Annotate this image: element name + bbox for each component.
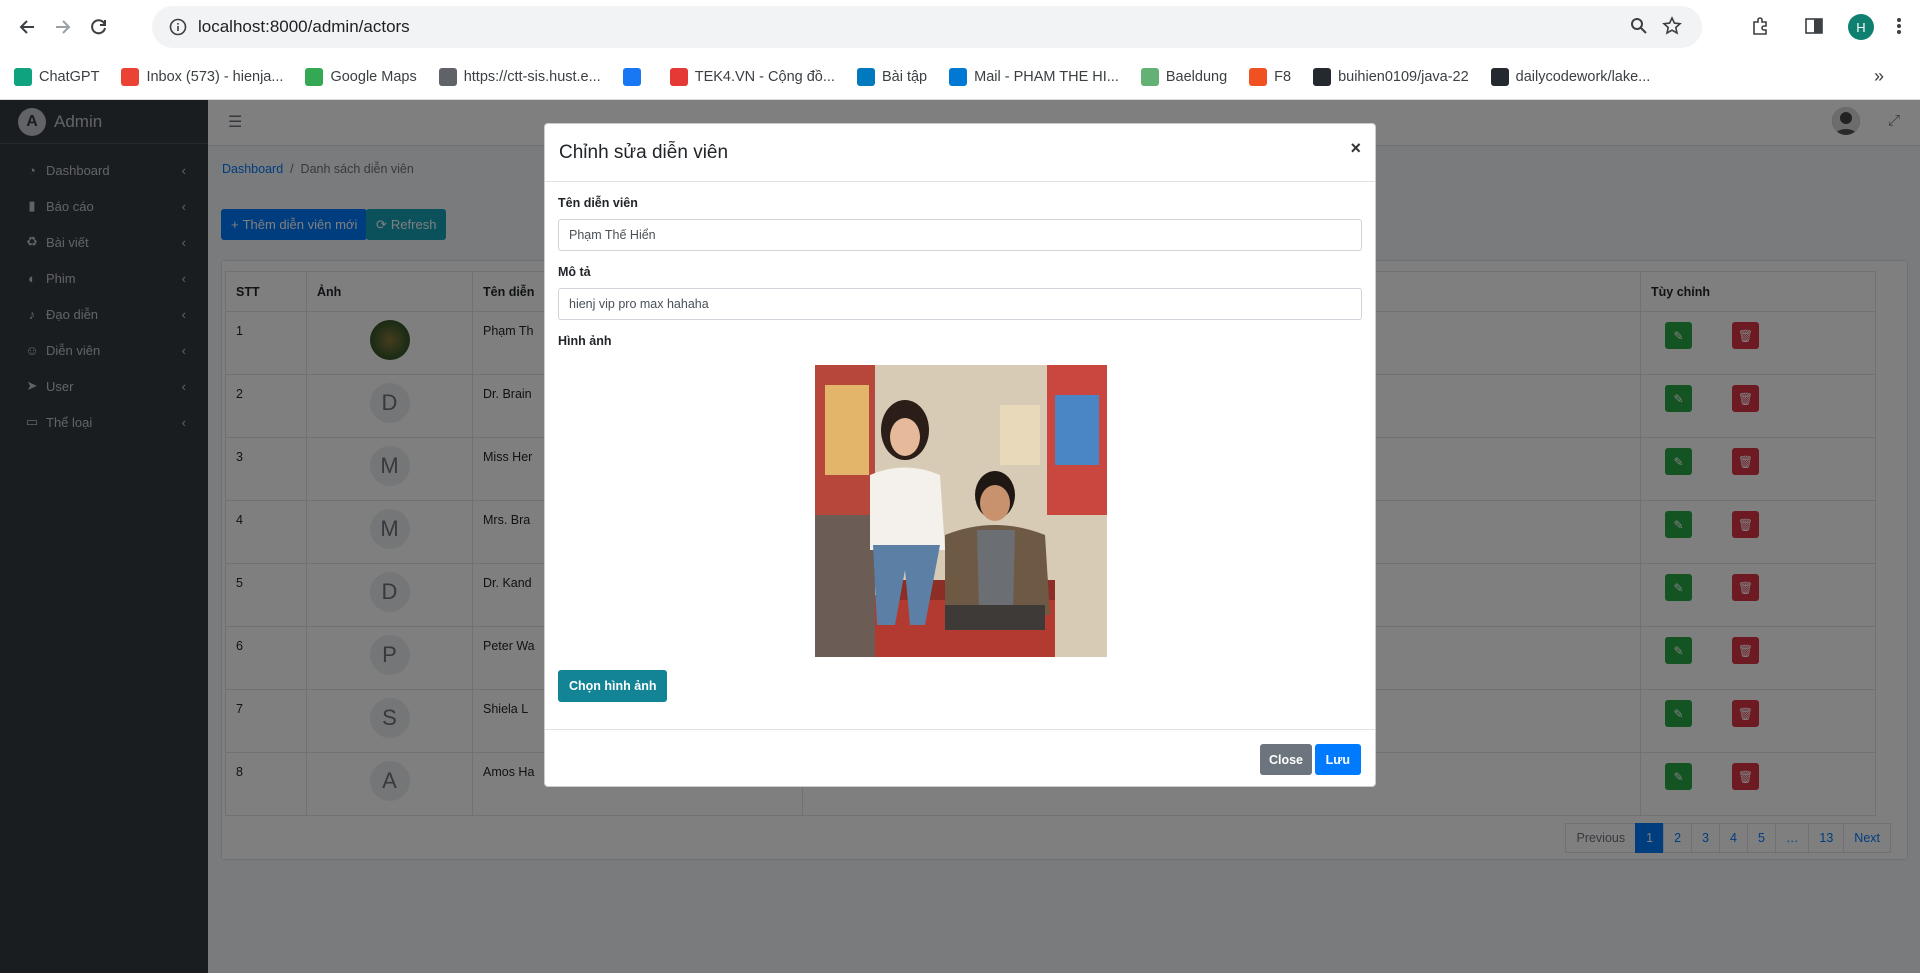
bookmark-label: F8 xyxy=(1274,68,1292,85)
modal-backdrop-sidebar xyxy=(0,100,208,973)
bookmark-label: Google Maps xyxy=(330,68,417,85)
site-info-icon[interactable] xyxy=(158,18,198,36)
bookmark-label: ChatGPT xyxy=(39,68,100,85)
profile-avatar[interactable]: H xyxy=(1848,14,1874,40)
description-input[interactable]: hienj vip pro max hahaha xyxy=(558,288,1362,320)
extensions-icon[interactable] xyxy=(1750,16,1770,39)
bookmark-item[interactable]: Google Maps xyxy=(305,67,417,86)
menu-kebab-icon[interactable] xyxy=(1896,16,1902,39)
back-icon[interactable] xyxy=(9,9,45,45)
bookmark-item[interactable]: Inbox (573) - hienja... xyxy=(121,67,284,86)
close-icon[interactable]: × xyxy=(1350,138,1361,159)
baeldung-icon xyxy=(1140,67,1159,86)
chatgpt-icon xyxy=(14,67,32,86)
bookmark-label: Bài tập xyxy=(881,68,928,85)
forward-icon[interactable] xyxy=(45,9,81,45)
modal-footer: Close Lưu xyxy=(545,729,1375,787)
github-icon xyxy=(1313,67,1332,86)
edit-actor-modal: Chỉnh sửa diễn viên × Tên diễn viên Phạm… xyxy=(544,123,1376,787)
bookmark-item[interactable]: ChatGPT xyxy=(14,67,100,86)
bookmark-label: TEK4.VN - Cộng đồ... xyxy=(694,68,835,85)
bookmark-label: https://ctt-sis.hust.e... xyxy=(463,68,601,85)
maps-icon xyxy=(305,67,324,86)
actor-name-input[interactable]: Phạm Thế Hiển xyxy=(558,219,1362,251)
address-bar[interactable]: localhost:8000/admin/actors xyxy=(152,6,1702,48)
modal-title: Chỉnh sửa diễn viên xyxy=(559,141,729,163)
tek4-icon xyxy=(669,67,688,86)
close-button[interactable]: Close xyxy=(1259,744,1312,775)
github-icon xyxy=(1490,67,1509,86)
bookmark-item[interactable]: TEK4.VN - Cộng đồ... xyxy=(669,67,835,86)
modal-header: Chỉnh sửa diễn viên × xyxy=(545,124,1375,182)
bookmark-item[interactable] xyxy=(622,67,648,86)
reload-icon[interactable] xyxy=(81,9,117,45)
bookmark-item[interactable]: dailycodework/lake... xyxy=(1490,67,1651,86)
save-button[interactable]: Lưu xyxy=(1314,744,1361,775)
f8-icon xyxy=(1249,67,1268,86)
description-value: hienj vip pro max hahaha xyxy=(569,297,709,311)
choose-image-button[interactable]: Chọn hình ảnh xyxy=(558,670,668,702)
facebook-icon xyxy=(622,67,641,86)
url-text: localhost:8000/admin/actors xyxy=(198,17,410,36)
bookmarks-bar: ChatGPT Inbox (573) - hienja... Google Map… xyxy=(0,54,1920,100)
trello-icon xyxy=(856,67,875,86)
browser-toolbar: localhost:8000/admin/actors H xyxy=(0,0,1920,54)
bookmark-item[interactable]: Bài tập xyxy=(856,67,928,86)
modal-body: Tên diễn viên Phạm Thế Hiển Mô tả hienj … xyxy=(545,182,1375,348)
bookmark-label: Inbox (573) - hienja... xyxy=(146,68,284,85)
bookmark-item[interactable]: Mail - PHAM THE HI... xyxy=(949,67,1119,86)
bookmark-label: buihien0109/java-22 xyxy=(1338,68,1469,85)
bookmark-label: Mail - PHAM THE HI... xyxy=(974,68,1119,85)
bookmark-label: dailycodework/lake... xyxy=(1515,68,1651,85)
actor-name-value: Phạm Thế Hiển xyxy=(569,228,656,242)
bookmark-item[interactable]: Baeldung xyxy=(1140,67,1228,86)
side-panel-icon[interactable] xyxy=(1804,16,1824,39)
more-bookmarks-icon[interactable]: » xyxy=(1874,66,1884,87)
outlook-icon xyxy=(949,67,968,86)
bookmark-label: Baeldung xyxy=(1165,68,1228,85)
bookmark-item[interactable]: https://ctt-sis.hust.e... xyxy=(438,67,601,86)
actor-photo xyxy=(815,365,1107,657)
zoom-icon[interactable] xyxy=(1630,17,1648,38)
bookmark-item[interactable]: buihien0109/java-22 xyxy=(1313,67,1469,86)
description-label: Mô tả xyxy=(558,265,591,279)
globe-icon xyxy=(438,67,457,86)
name-label: Tên diễn viên xyxy=(558,196,638,210)
bookmark-star-icon[interactable] xyxy=(1662,15,1682,39)
image-label: Hình ảnh xyxy=(558,334,612,348)
bookmark-item[interactable]: F8 xyxy=(1249,67,1292,86)
gmail-icon xyxy=(121,67,140,86)
